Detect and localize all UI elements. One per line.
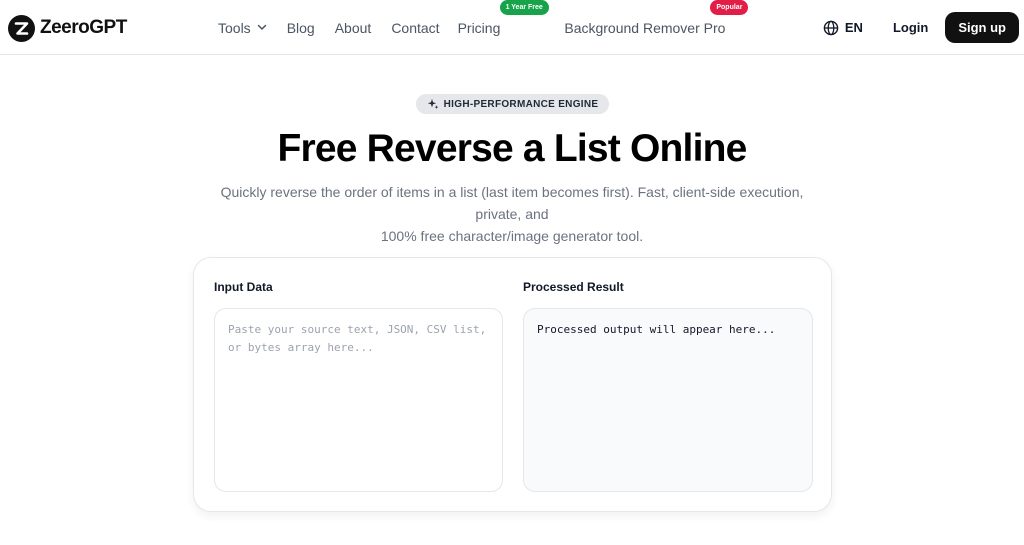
- nav-links: Tools Blog About Contact Pricing 1 Year …: [218, 0, 749, 55]
- chevron-down-icon: [257, 24, 266, 30]
- nav-blog-label: Blog: [286, 19, 315, 36]
- nav-about-label: About: [334, 19, 372, 36]
- login-link[interactable]: Login: [893, 20, 928, 35]
- nav-actions: EN Login Sign up: [823, 12, 1019, 43]
- output-panel[interactable]: Processed output will appear here...: [523, 308, 813, 492]
- nav-blog[interactable]: Blog: [287, 20, 315, 36]
- popular-badge: Popular: [710, 0, 749, 15]
- page-subtitle: Quickly reverse the order of items in a …: [200, 181, 824, 247]
- output-label: Processed Result: [523, 280, 624, 294]
- top-navigation: ZeeroGPT Tools Blog About Contact Pricin…: [0, 0, 1024, 55]
- engine-badge-label: HIGH-PERFORMANCE ENGINE: [443, 98, 599, 110]
- nav-tools-label: Tools: [218, 19, 251, 36]
- brand-name: ZeeroGPT: [40, 17, 127, 38]
- language-code: EN: [844, 20, 863, 35]
- subtitle-line-1: Quickly reverse the order of items in a …: [220, 184, 804, 222]
- engine-badge: HIGH-PERFORMANCE ENGINE: [416, 94, 609, 114]
- input-textarea[interactable]: [214, 308, 503, 492]
- nav-background-remover-label: Background Remover Pro: [564, 19, 726, 36]
- nav-contact[interactable]: Contact: [391, 20, 439, 36]
- signup-button[interactable]: Sign up: [945, 12, 1019, 43]
- nav-pricing[interactable]: Pricing 1 Year Free: [457, 0, 549, 36]
- output-text: Processed output will appear here...: [537, 323, 776, 336]
- subtitle-line-2: 100% free character/image generator tool…: [380, 228, 644, 244]
- brand-logo[interactable]: ZeeroGPT: [8, 14, 127, 42]
- zeero-logo-icon: [8, 14, 35, 42]
- language-selector[interactable]: EN: [823, 20, 863, 36]
- nav-pricing-label: Pricing: [457, 19, 501, 36]
- nav-background-remover[interactable]: Background Remover Pro Popular: [564, 0, 749, 36]
- pricing-badge: 1 Year Free: [499, 0, 549, 15]
- page-title: Free Reverse a List Online: [277, 127, 747, 170]
- nav-contact-label: Contact: [391, 19, 440, 36]
- sparkles-icon: [427, 99, 439, 109]
- globe-icon: [823, 20, 839, 35]
- nav-about[interactable]: About: [335, 20, 372, 36]
- input-label: Input Data: [214, 280, 273, 294]
- nav-tools[interactable]: Tools: [218, 20, 267, 36]
- reverse-list-tool: Input Data Processed Result Processed ou…: [193, 257, 832, 512]
